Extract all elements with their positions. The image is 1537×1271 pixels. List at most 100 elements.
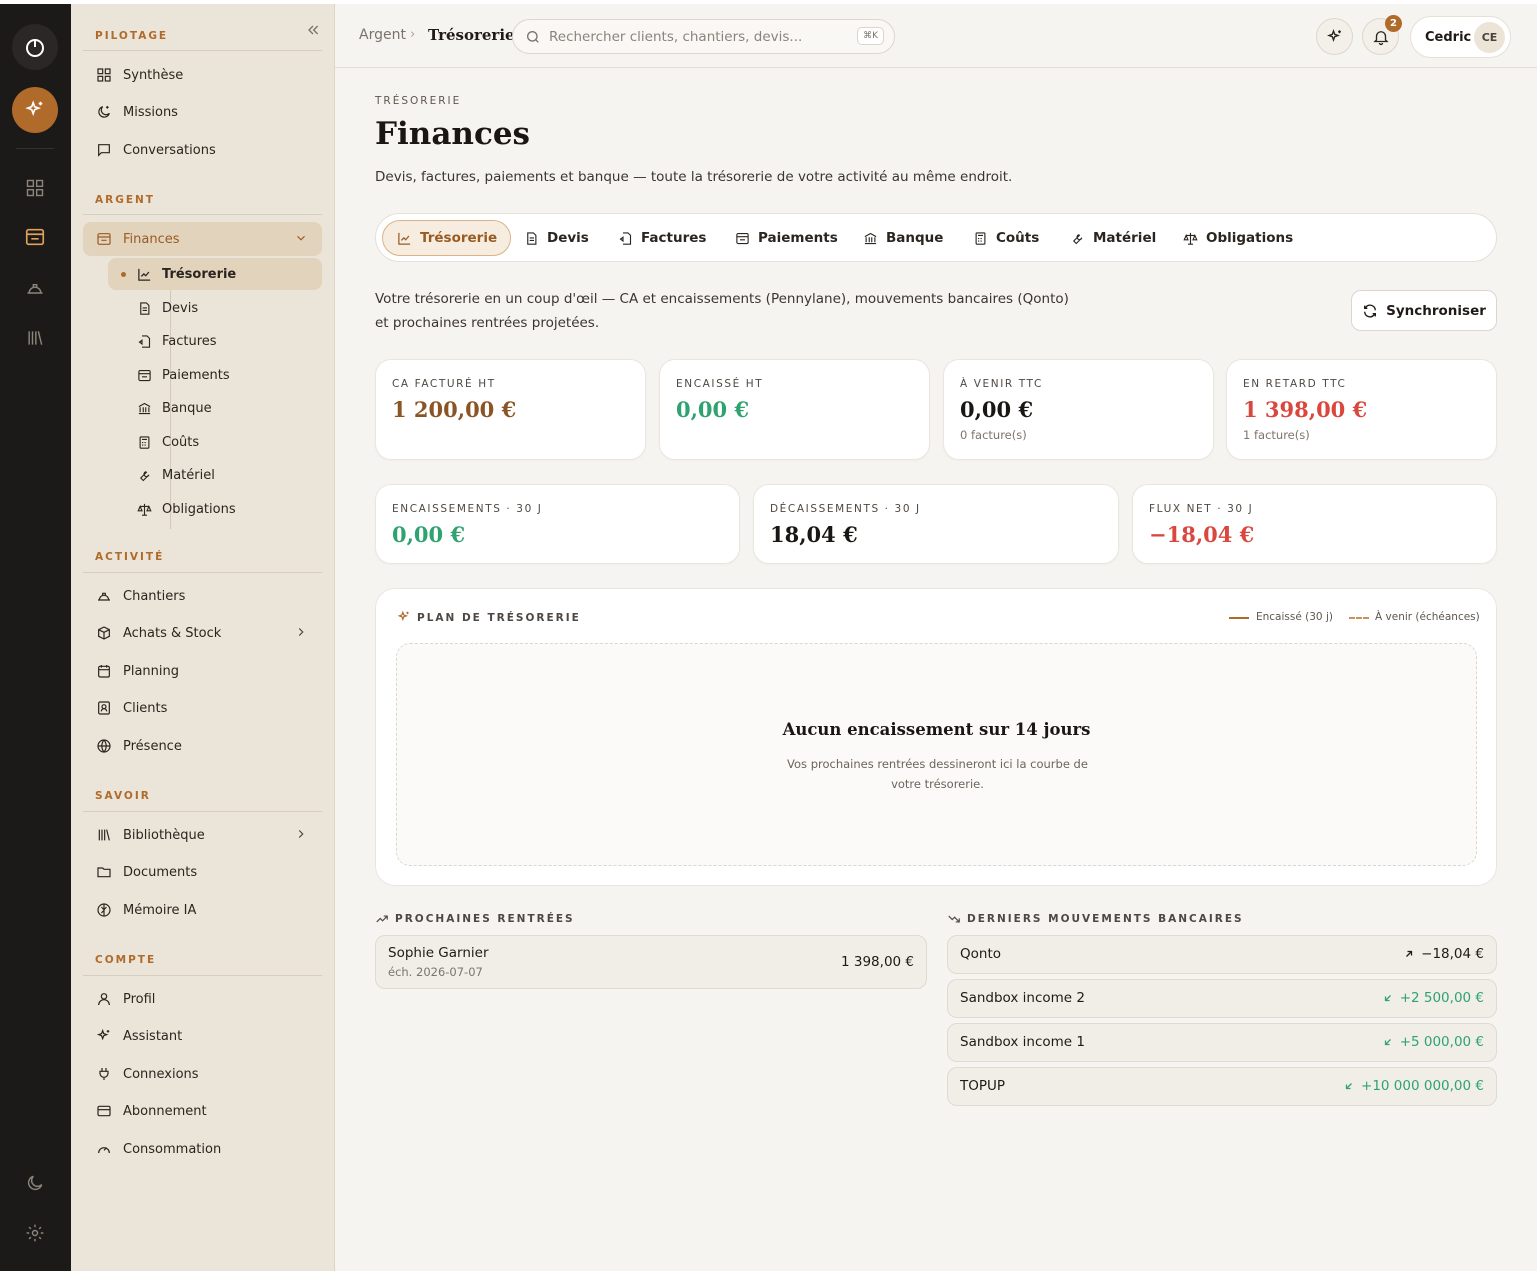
bank-row[interactable]: Sandbox income 2 +2 500,00 € xyxy=(947,979,1497,1018)
sidebar-item-label: Finances xyxy=(123,231,180,247)
main-content: TRÉSORERIE Finances Devis, factures, pai… xyxy=(335,68,1537,1271)
bank-row-amount-wrap: +2 500,00 € xyxy=(1382,990,1484,1006)
bank-row[interactable]: Sandbox income 1 +5 000,00 € xyxy=(947,1023,1497,1062)
sidebar-item-connexions[interactable]: Connexions xyxy=(83,1057,322,1091)
tab-bar: Trésorerie Devis Factures Paiements Banq… xyxy=(375,213,1497,262)
sidebar-item-memoire-ia[interactable]: Mémoire IA xyxy=(83,893,322,927)
sidebar-subitem-label: Banque xyxy=(162,400,212,416)
sidebar-item-achats-stock[interactable]: Achats & Stock xyxy=(83,616,322,650)
tab-devis[interactable]: Devis xyxy=(523,220,589,256)
sidebar-item-label: Achats & Stock xyxy=(123,625,222,641)
empty-state-subtitle: Vos prochaines rentrées dessineront ici … xyxy=(787,757,1088,791)
refresh-icon xyxy=(1364,304,1377,317)
sidebar-item-label: Abonnement xyxy=(123,1103,207,1119)
legend-paid: Encaissé (30 j) xyxy=(1256,611,1333,623)
sidebar-subitem-paiements[interactable]: Paiements xyxy=(108,359,322,391)
assistant-button[interactable] xyxy=(1316,18,1353,55)
sidebar-subitem-label: Coûts xyxy=(162,434,200,450)
breadcrumb-current: Trésorerie xyxy=(428,26,515,44)
sidebar-subitem-obligations[interactable]: Obligations xyxy=(108,493,322,525)
sidebar-subitem-couts[interactable]: Coûts xyxy=(108,426,322,458)
tab-paiements[interactable]: Paiements xyxy=(734,220,838,256)
scale-icon xyxy=(136,501,152,517)
kpi-card-encaissements-30j: ENCAISSEMENTS · 30 J 0,00 € xyxy=(375,484,740,564)
search-box[interactable]: ⌘K xyxy=(512,19,895,54)
tab-banque[interactable]: Banque xyxy=(862,220,943,256)
sidebar-subitem-label: Matériel xyxy=(162,467,215,483)
sidebar-subitem-factures[interactable]: Factures xyxy=(108,325,322,357)
sparkles-icon xyxy=(25,100,43,117)
breadcrumb-argent[interactable]: Argent xyxy=(359,27,406,43)
bank-row-amount: +5 000,00 € xyxy=(1399,1034,1484,1050)
sidebar-item-planning[interactable]: Planning xyxy=(83,654,322,688)
sidebar-item-documents[interactable]: Documents xyxy=(83,855,322,889)
sidebar-subitem-tresorerie[interactable]: Trésorerie xyxy=(108,258,322,290)
invoice-icon xyxy=(136,333,152,349)
bank-icon xyxy=(136,400,152,416)
calculator-icon xyxy=(136,434,152,450)
upcoming-due: éch. 2026-07-07 xyxy=(388,965,483,979)
sidebar-item-abonnement[interactable]: Abonnement xyxy=(83,1094,322,1128)
tab-label: Obligations xyxy=(1206,230,1294,246)
upcoming-row[interactable]: Sophie Garnier éch. 2026-07-07 1 398,00 … xyxy=(375,935,927,989)
sidebar-subitem-banque[interactable]: Banque xyxy=(108,392,322,424)
sidebar-item-label: Documents xyxy=(123,864,198,880)
settings-gear-icon[interactable] xyxy=(23,1221,47,1245)
assistant-rail-button[interactable] xyxy=(12,87,58,133)
sidebar-item-profil[interactable]: Profil xyxy=(83,982,322,1016)
sidebar-subitem-devis[interactable]: Devis xyxy=(108,292,322,324)
sidebar-item-label: Présence xyxy=(123,738,182,754)
worksite-rail-icon[interactable] xyxy=(23,276,47,300)
finances-rail-icon[interactable] xyxy=(23,225,47,249)
power-logo-button[interactable] xyxy=(12,24,58,70)
legend-solid-line-icon xyxy=(1229,617,1249,619)
calculator-icon xyxy=(972,230,988,246)
moon-icon[interactable] xyxy=(23,1171,47,1195)
sidebar-item-chantiers[interactable]: Chantiers xyxy=(83,579,322,613)
dashboard-rail-icon[interactable] xyxy=(23,176,47,200)
tab-couts[interactable]: Coûts xyxy=(972,220,1039,256)
wrench-icon xyxy=(1069,230,1085,246)
avatar: CE xyxy=(1474,22,1505,53)
kpi-value: 1 200,00 € xyxy=(392,397,517,422)
plug-icon xyxy=(95,1065,113,1083)
page-title: Finances xyxy=(375,116,530,152)
kpi-card-flux-net-30j: FLUX NET · 30 J −18,04 € xyxy=(1132,484,1497,564)
sync-label: Synchroniser xyxy=(1386,302,1486,319)
sidebar-subitem-materiel[interactable]: Matériel xyxy=(108,459,322,491)
chat-icon xyxy=(95,141,113,159)
bank-row-name: Sandbox income 1 xyxy=(960,1034,1085,1050)
bank-row[interactable]: TOPUP +10 000 000,00 € xyxy=(947,1067,1497,1106)
helmet-icon xyxy=(95,587,113,605)
sidebar-item-missions[interactable]: Missions xyxy=(83,95,322,129)
sidebar-item-finances[interactable]: Finances xyxy=(83,222,322,256)
sidebar-item-conversations[interactable]: Conversations xyxy=(83,133,322,167)
search-input[interactable] xyxy=(549,28,849,45)
library-rail-icon[interactable] xyxy=(23,326,47,350)
upcoming-header: PROCHAINES RENTRÉES xyxy=(375,912,575,926)
kpi-label: CA FACTURÉ HT xyxy=(392,378,496,390)
bank-row-amount: −18,04 € xyxy=(1421,946,1484,962)
sidebar-item-presence[interactable]: Présence xyxy=(83,729,322,763)
tab-materiel[interactable]: Matériel xyxy=(1069,220,1156,256)
user-menu[interactable]: Cedric CE xyxy=(1410,16,1511,58)
kpi-label: FLUX NET · 30 J xyxy=(1149,503,1254,515)
sidebar-item-clients[interactable]: Clients xyxy=(83,691,322,725)
sidebar-item-consommation[interactable]: Consommation xyxy=(83,1132,322,1166)
section-label-activite: ACTIVITÉ xyxy=(95,551,165,563)
tab-obligations[interactable]: Obligations xyxy=(1182,220,1293,256)
sidebar-item-label: Mémoire IA xyxy=(123,902,197,918)
sidebar-item-assistant[interactable]: Assistant xyxy=(83,1019,322,1053)
collapse-sidebar-icon[interactable] xyxy=(305,22,321,38)
bank-row-amount: +2 500,00 € xyxy=(1399,990,1484,1006)
kpi-label: À VENIR TTC xyxy=(960,378,1043,390)
tab-factures[interactable]: Factures xyxy=(617,220,706,256)
tab-tresorerie[interactable]: Trésorerie xyxy=(382,220,512,256)
sidebar-item-bibliotheque[interactable]: Bibliothèque xyxy=(83,818,322,852)
bank-row[interactable]: Qonto −18,04 € xyxy=(947,935,1497,974)
sidebar-item-synthese[interactable]: Synthèse xyxy=(83,58,322,92)
intro-text-line1: Votre trésorerie en un coup d'œil — CA e… xyxy=(375,291,1069,307)
brain-icon xyxy=(95,901,113,919)
sidebar-subitem-label: Factures xyxy=(162,333,217,349)
sync-button[interactable]: Synchroniser xyxy=(1351,290,1497,331)
